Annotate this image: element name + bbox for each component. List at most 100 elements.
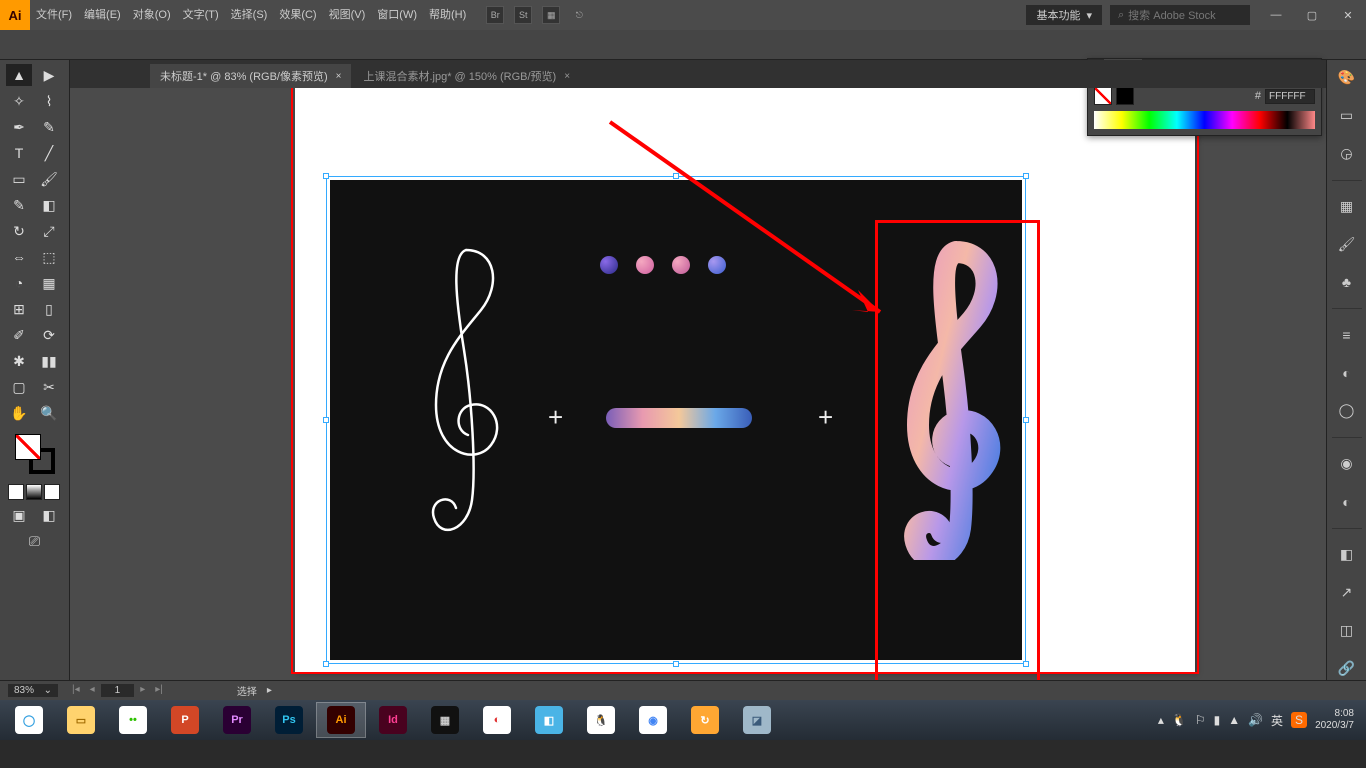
canvas-area[interactable]: 未标题-1* @ 83% (RGB/像素预览) × 上课混合素材.jpg* @ … (70, 60, 1326, 680)
line-tool[interactable]: ╱ (36, 142, 62, 164)
taskbar-item-video[interactable]: ▦ (420, 702, 470, 738)
menu-edit[interactable]: 编辑(E) (78, 0, 127, 30)
gradient-tool[interactable]: ▯ (36, 298, 62, 320)
taskbar-item-premiere[interactable]: Pr (212, 702, 262, 738)
fill-swatch[interactable] (15, 434, 41, 460)
pen-tool[interactable]: ✒ (6, 116, 32, 138)
menu-file[interactable]: 文件(F) (30, 0, 78, 30)
search-stock-input[interactable]: ⌕ 搜索 Adobe Stock (1110, 5, 1250, 25)
brushes-panel-icon[interactable]: 🖌 (1335, 233, 1359, 257)
shape-builder-tool[interactable]: ◔ (6, 272, 32, 294)
arrange-icon[interactable]: ▦ (542, 6, 560, 24)
taskbar-item-browser-360[interactable]: ◯ (4, 702, 54, 738)
links-panel-icon[interactable]: 🔗 (1335, 656, 1359, 680)
change-screen-mode[interactable]: ⎚ (22, 530, 48, 552)
draw-mode-tool[interactable]: ◧ (36, 504, 62, 526)
gpu-icon[interactable]: ⎋ (570, 6, 588, 24)
perspective-tool[interactable]: ▦ (36, 272, 62, 294)
transparency-panel-icon[interactable]: ◯ (1335, 399, 1359, 423)
panel-stroke-swatch[interactable] (1116, 87, 1134, 105)
color-mode-solid[interactable] (8, 484, 24, 500)
properties-panel-icon[interactable]: ▭ (1335, 104, 1359, 128)
graphic-styles-panel-icon[interactable]: ◐ (1335, 490, 1359, 514)
layers-panel-icon[interactable]: ◧ (1335, 543, 1359, 567)
window-close[interactable]: ✕ (1330, 0, 1366, 30)
workspace-switcher[interactable]: 基本功能 ▾ (1026, 5, 1102, 25)
taskbar-item-wechat[interactable]: •• (108, 702, 158, 738)
libraries-panel-icon[interactable]: ◶ (1335, 142, 1359, 166)
color-spectrum[interactable] (1094, 111, 1315, 129)
rectangle-tool[interactable]: ▭ (6, 168, 32, 190)
stock-icon[interactable]: St (514, 6, 532, 24)
status-expand[interactable]: ▸ (267, 685, 272, 696)
tray-ime-icon[interactable]: 英 (1271, 712, 1283, 729)
color-mode-none[interactable] (44, 484, 60, 500)
tray-flag-icon[interactable]: ⚐ (1195, 713, 1206, 727)
type-tool[interactable]: T (6, 142, 32, 164)
taskbar-item-swirl[interactable]: ↻ (680, 702, 730, 738)
fill-stroke-swatch[interactable] (15, 434, 55, 474)
window-maximize[interactable]: ▢ (1294, 0, 1330, 30)
taskbar-item-sphere[interactable]: ◐ (472, 702, 522, 738)
nav-prev[interactable]: ◂ (86, 684, 99, 697)
taskbar-item-notes[interactable]: ◪ (732, 702, 782, 738)
nav-last[interactable]: ▸| (151, 684, 167, 697)
column-graph-tool[interactable]: ▮▮ (36, 350, 62, 372)
menu-window[interactable]: 窗口(W) (371, 0, 423, 30)
taskbar-item-illustrator[interactable]: Ai (316, 702, 366, 738)
tray-network-icon[interactable]: ▲ (1228, 713, 1240, 727)
direct-selection-tool[interactable]: ▶ (36, 64, 62, 86)
panel-fill-swatch[interactable] (1094, 87, 1112, 105)
stroke-panel-icon[interactable]: ≡ (1335, 323, 1359, 347)
taskbar-item-indesign[interactable]: Id (368, 702, 418, 738)
scale-tool[interactable]: ⤢ (36, 220, 62, 242)
hand-tool[interactable]: ✋ (6, 402, 32, 424)
menu-effect[interactable]: 效果(C) (273, 0, 322, 30)
artboards-panel-icon[interactable]: ◫ (1335, 618, 1359, 642)
menu-select[interactable]: 选择(S) (225, 0, 274, 30)
close-icon[interactable]: × (564, 71, 570, 82)
taskbar-item-powerpoint[interactable]: P (160, 702, 210, 738)
artboard-tool[interactable]: ▢ (6, 376, 32, 398)
menu-view[interactable]: 视图(V) (323, 0, 372, 30)
menu-type[interactable]: 文字(T) (177, 0, 225, 30)
rotate-tool[interactable]: ↻ (6, 220, 32, 242)
swatches-panel-icon[interactable]: ▦ (1335, 195, 1359, 219)
asset-export-panel-icon[interactable]: ↗ (1335, 581, 1359, 605)
nav-first[interactable]: |◂ (68, 684, 84, 697)
document-tab[interactable]: 上课混合素材.jpg* @ 150% (RGB/预览) × (353, 64, 580, 88)
menu-object[interactable]: 对象(O) (127, 0, 177, 30)
taskbar-item-qq[interactable]: 🐧 (576, 702, 626, 738)
symbol-sprayer-tool[interactable]: ✱ (6, 350, 32, 372)
eyedropper-tool[interactable]: ✐ (6, 324, 32, 346)
appearance-panel-icon[interactable]: ◉ (1335, 452, 1359, 476)
window-minimize[interactable]: — (1258, 0, 1294, 30)
shaper-tool[interactable]: ✎ (6, 194, 32, 216)
hex-input[interactable] (1265, 89, 1315, 104)
menu-help[interactable]: 帮助(H) (423, 0, 472, 30)
magic-wand-tool[interactable]: ✧ (6, 90, 32, 112)
eraser-tool[interactable]: ◧ (36, 194, 62, 216)
lasso-tool[interactable]: ⌇ (36, 90, 62, 112)
curvature-tool[interactable]: ✎ (36, 116, 62, 138)
document-tab[interactable]: 未标题-1* @ 83% (RGB/像素预览) × (150, 64, 351, 88)
taskbar-item-photoshop[interactable]: Ps (264, 702, 314, 738)
symbols-panel-icon[interactable]: ♣ (1335, 270, 1359, 294)
gradient-panel-icon[interactable]: ◐ (1335, 361, 1359, 385)
blend-tool[interactable]: ⟳ (36, 324, 62, 346)
tray-battery-icon[interactable]: ▮ (1214, 713, 1221, 727)
zoom-tool[interactable]: 🔍 (36, 402, 62, 424)
mesh-tool[interactable]: ⊞ (6, 298, 32, 320)
tray-clock[interactable]: 8:08 2020/3/7 (1315, 708, 1354, 732)
tray-qq-icon[interactable]: 🐧 (1172, 713, 1187, 727)
taskbar-item-explorer[interactable]: ▭ (56, 702, 106, 738)
nav-next[interactable]: ▸ (136, 684, 149, 697)
width-tool[interactable]: ⇔ (6, 246, 32, 268)
color-mode-gradient[interactable] (26, 484, 42, 500)
tray-sogou-icon[interactable]: S (1291, 712, 1307, 728)
paintbrush-tool[interactable]: 🖌 (36, 168, 62, 190)
free-transform-tool[interactable]: ⬚ (36, 246, 62, 268)
artboard-number[interactable]: 1 (101, 684, 135, 697)
zoom-level[interactable]: 83% ⌄ (8, 684, 58, 697)
screen-mode-tool[interactable]: ▣ (6, 504, 32, 526)
